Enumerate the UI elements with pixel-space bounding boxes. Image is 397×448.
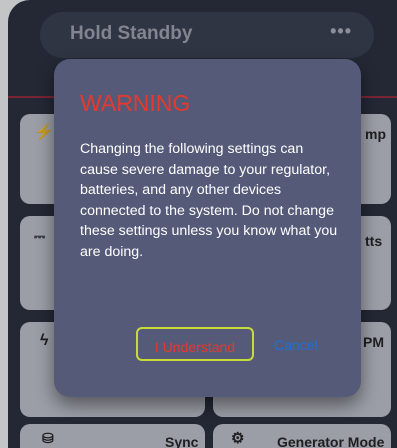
understand-button[interactable]: I Understand — [136, 327, 254, 361]
dialog-title: WARNING — [80, 90, 191, 116]
dialog-message: Changing the following settings can caus… — [80, 141, 338, 260]
cancel-button[interactable]: Cancel — [274, 337, 318, 353]
warning-dialog: WARNING Changing the following settings … — [54, 59, 361, 397]
